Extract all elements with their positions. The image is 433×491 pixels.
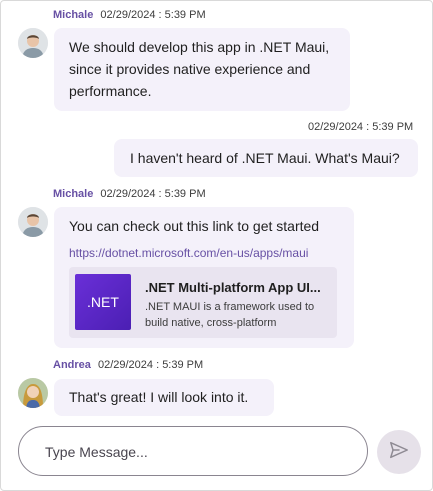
link-preview-description: .NET MAUI is a framework used to build n… — [145, 301, 315, 329]
message-timestamp: 02/29/2024 : 5:39 PM — [308, 121, 414, 133]
message-header: Andrea 02/29/2024 : 5:39 PM — [53, 359, 203, 371]
message-header: Michale 02/29/2024 : 5:39 PM — [53, 9, 206, 21]
message-line: performance. — [69, 83, 152, 99]
message-input[interactable] — [43, 440, 347, 464]
message-composer — [18, 426, 368, 476]
author-name: Michale — [53, 188, 94, 200]
message-bubble: We should develop this app in .NET Maui,… — [54, 28, 350, 111]
message-line: since it provides native experience and — [69, 61, 311, 77]
dotnet-logo: .NET — [75, 274, 131, 330]
author-name: Andrea — [53, 359, 91, 371]
message-link[interactable]: https://dotnet.microsoft.com/en-us/apps/… — [69, 242, 308, 264]
message-bubble: You can check out this link to get start… — [54, 207, 354, 348]
send-icon — [388, 439, 410, 466]
avatar — [18, 28, 48, 58]
message-bubble: That's great! I will look into it. — [54, 379, 274, 416]
message-timestamp: 02/29/2024 : 5:39 PM — [97, 359, 204, 371]
message-header: Michale 02/29/2024 : 5:39 PM — [53, 188, 206, 200]
message-bubble: I haven't heard of .NET Maui. What's Mau… — [114, 139, 418, 177]
message-text: I haven't heard of .NET Maui. What's Mau… — [130, 150, 400, 166]
author-name: Michale — [53, 9, 94, 21]
avatar — [18, 207, 48, 237]
message-text: You can check out this link to get start… — [69, 218, 320, 234]
message-line: We should develop this app in .NET Maui, — [69, 39, 330, 55]
send-button[interactable] — [377, 430, 421, 474]
link-preview-title: .NET Multi-platform App UI... — [145, 280, 321, 295]
message-timestamp: 02/29/2024 : 5:39 PM — [100, 188, 206, 200]
avatar — [18, 378, 48, 408]
link-preview-card[interactable]: .NET .NET Multi-platform App UI... .NET … — [69, 267, 337, 338]
message-text: That's great! I will look into it. — [69, 389, 249, 405]
message-timestamp: 02/29/2024 : 5:39 PM — [100, 9, 206, 21]
